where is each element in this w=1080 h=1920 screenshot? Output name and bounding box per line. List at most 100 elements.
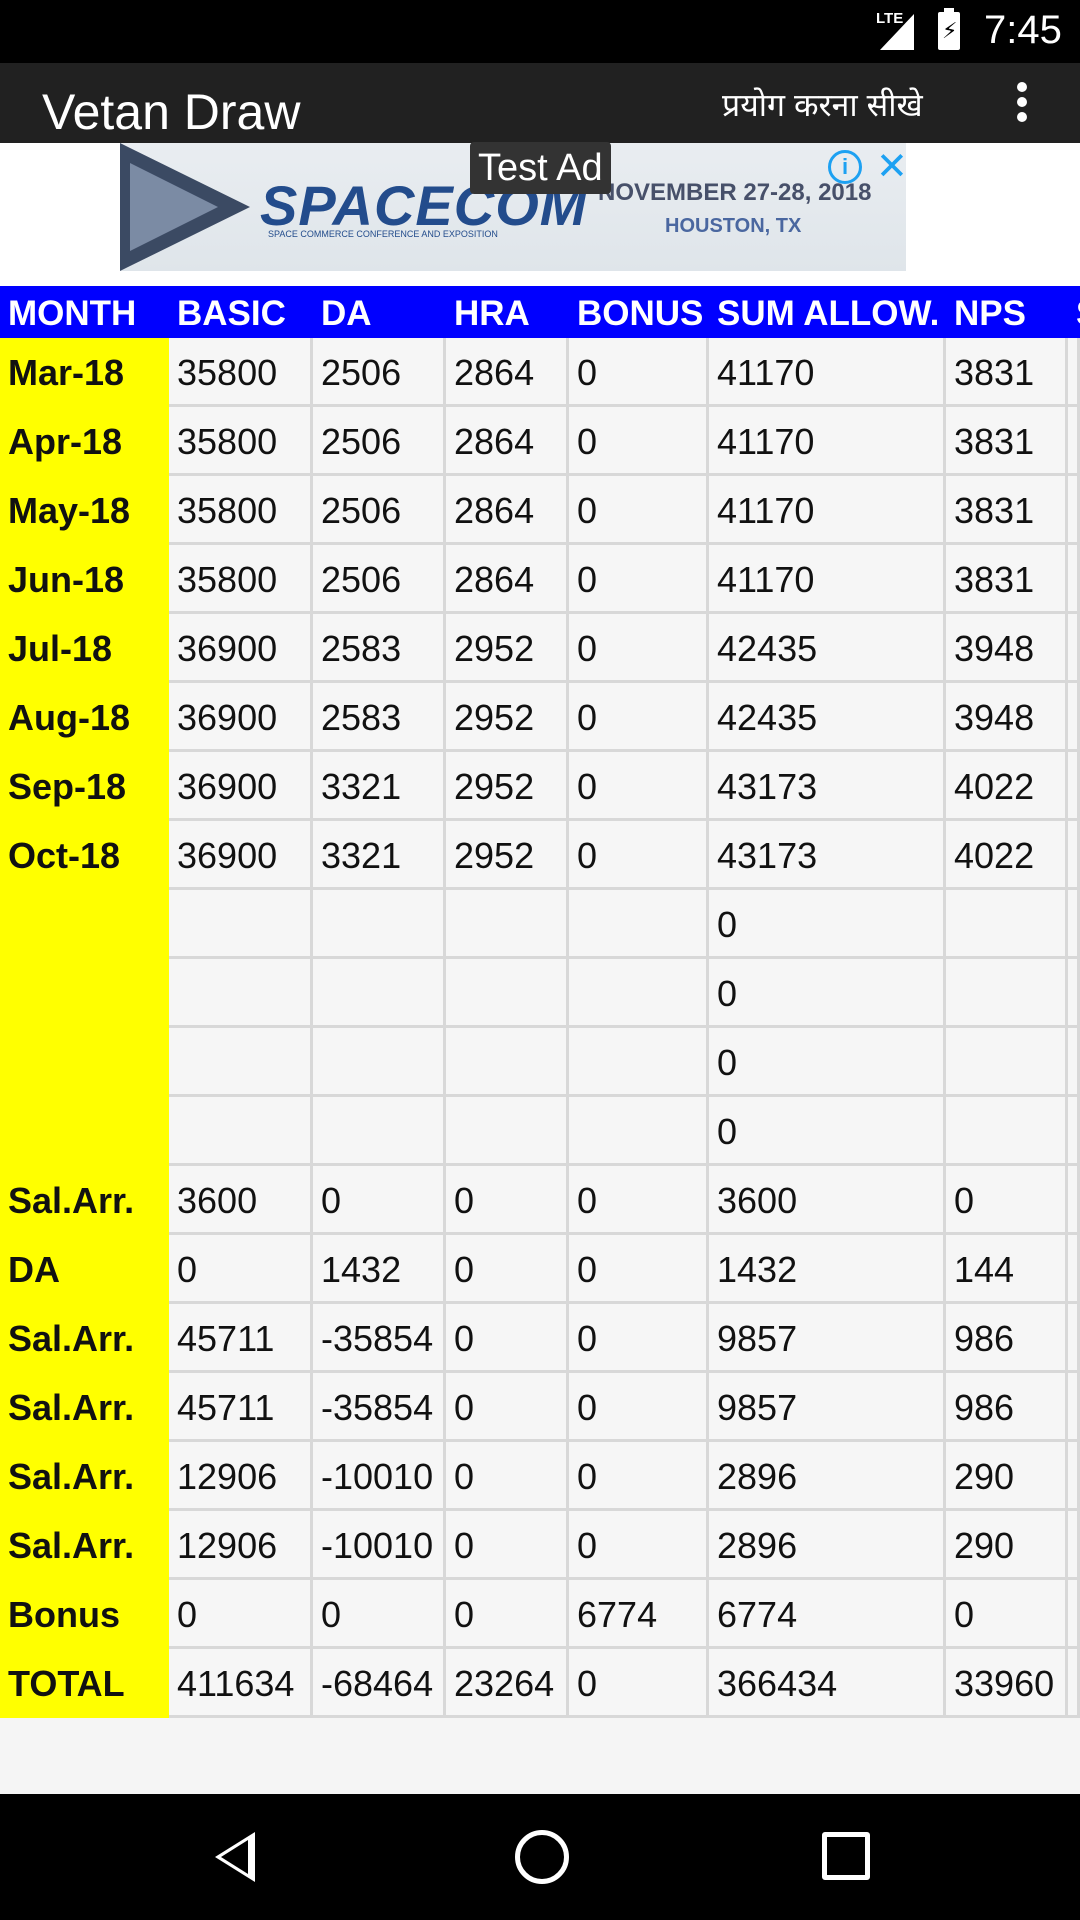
rocket-graphic — [120, 143, 250, 271]
table-row[interactable]: TOTAL 411634 -68464 23264 0 366434 33960 — [0, 1649, 1080, 1718]
table-cell: 2896 — [709, 1511, 946, 1580]
table-cell — [569, 959, 709, 1028]
ad-date: NOVEMBER 27-28, 2018 — [598, 179, 872, 206]
table-cell: 2506 — [313, 407, 446, 476]
table-row[interactable]: 0 — [0, 1097, 1080, 1166]
info-icon[interactable]: i — [828, 150, 862, 184]
table-cell: 43173 — [709, 752, 946, 821]
table-cell: 36900 — [169, 614, 313, 683]
table-cell — [169, 1097, 313, 1166]
table-row[interactable]: DA 0 1432 0 0 1432 144 — [0, 1235, 1080, 1304]
table-cell: 2952 — [446, 821, 569, 890]
table-cell: 6774 — [709, 1580, 946, 1649]
table-row[interactable]: Sal.Arr. 12906 -10010 0 0 2896 290 — [0, 1511, 1080, 1580]
table-cell: 2583 — [313, 683, 446, 752]
table-cell: 0 — [569, 1304, 709, 1373]
learn-usage-button[interactable]: प्रयोग करना सीखे — [722, 83, 923, 126]
recents-icon[interactable] — [822, 1832, 870, 1880]
close-icon[interactable]: ✕ — [876, 144, 908, 189]
table-row[interactable]: 0 — [0, 959, 1080, 1028]
table-row[interactable]: Apr-18 35800 2506 2864 0 41170 3831 — [0, 407, 1080, 476]
table-cell: 41170 — [709, 338, 946, 407]
table-cell: 2583 — [313, 614, 446, 683]
table-row[interactable]: Jul-18 36900 2583 2952 0 42435 3948 — [0, 614, 1080, 683]
table-cell — [169, 959, 313, 1028]
table-cell: 9857 — [709, 1373, 946, 1442]
table-cell-overflow — [1068, 959, 1080, 1028]
table-cell: 0 — [569, 683, 709, 752]
table-cell: 0 — [446, 1442, 569, 1511]
table-row[interactable]: 0 — [0, 890, 1080, 959]
table-row[interactable]: 0 — [0, 1028, 1080, 1097]
table-cell: 4022 — [946, 752, 1068, 821]
row-label — [0, 1028, 169, 1097]
row-label: Sal.Arr. — [0, 1166, 169, 1235]
table-cell: 0 — [569, 821, 709, 890]
table-cell-overflow — [1068, 1304, 1080, 1373]
more-vert-icon[interactable] — [1010, 79, 1034, 127]
table-row[interactable]: Mar-18 35800 2506 2864 0 41170 3831 — [0, 338, 1080, 407]
table-cell: 45711 — [169, 1304, 313, 1373]
table-cell: 0 — [569, 1442, 709, 1511]
table-cell: 1432 — [313, 1235, 446, 1304]
table-row[interactable]: Bonus 0 0 0 6774 6774 0 — [0, 1580, 1080, 1649]
row-label: May-18 — [0, 476, 169, 545]
table-cell — [446, 1028, 569, 1097]
table-row[interactable]: May-18 35800 2506 2864 0 41170 3831 — [0, 476, 1080, 545]
ad-brand-sub: SPACE COMMERCE CONFERENCE AND EXPOSITION — [268, 229, 498, 239]
table-cell: 0 — [569, 1649, 709, 1718]
table-row[interactable]: Sal.Arr. 3600 0 0 0 3600 0 — [0, 1166, 1080, 1235]
table-row[interactable]: Jun-18 35800 2506 2864 0 41170 3831 — [0, 545, 1080, 614]
table-cell: 0 — [569, 338, 709, 407]
table-row[interactable]: Sal.Arr. 12906 -10010 0 0 2896 290 — [0, 1442, 1080, 1511]
table-row[interactable]: Oct-18 36900 3321 2952 0 43173 4022 — [0, 821, 1080, 890]
table-cell: 3831 — [946, 476, 1068, 545]
table-cell: 2506 — [313, 476, 446, 545]
table-cell: 36900 — [169, 683, 313, 752]
table-cell: 0 — [446, 1235, 569, 1304]
table-cell: 411634 — [169, 1649, 313, 1718]
table-cell: 0 — [446, 1166, 569, 1235]
table-cell: 6774 — [569, 1580, 709, 1649]
salary-table[interactable]: MONTH BASIC DA HRA BONUS SUM ALLOW. NPS S Mar-1… — [0, 286, 1080, 1718]
column-header: BONUS — [577, 294, 704, 333]
table-cell: 0 — [446, 1580, 569, 1649]
table-row[interactable]: Aug-18 36900 2583 2952 0 42435 3948 — [0, 683, 1080, 752]
row-label: Sal.Arr. — [0, 1511, 169, 1580]
table-cell: 35800 — [169, 545, 313, 614]
table-cell: 3831 — [946, 545, 1068, 614]
table-cell — [313, 890, 446, 959]
row-label: Sep-18 — [0, 752, 169, 821]
table-cell-overflow — [1068, 1649, 1080, 1718]
table-row[interactable]: Sal.Arr. 45711 -35854 0 0 9857 986 — [0, 1304, 1080, 1373]
table-cell: -10010 — [313, 1442, 446, 1511]
table-cell: 43173 — [709, 821, 946, 890]
home-icon[interactable] — [515, 1830, 569, 1884]
row-label: Oct-18 — [0, 821, 169, 890]
table-cell: 290 — [946, 1511, 1068, 1580]
table-cell: 36900 — [169, 752, 313, 821]
table-row[interactable]: Sep-18 36900 3321 2952 0 43173 4022 — [0, 752, 1080, 821]
table-cell — [569, 1097, 709, 1166]
table-cell: 2506 — [313, 338, 446, 407]
back-icon[interactable] — [215, 1832, 255, 1882]
table-cell-overflow — [1068, 1442, 1080, 1511]
table-cell-overflow — [1068, 821, 1080, 890]
table-cell: 0 — [569, 752, 709, 821]
table-cell: 2952 — [446, 752, 569, 821]
table-cell-overflow — [1068, 1235, 1080, 1304]
table-cell: 0 — [709, 890, 946, 959]
column-header: NPS — [954, 294, 1026, 333]
table-cell: 35800 — [169, 476, 313, 545]
table-cell: 0 — [569, 407, 709, 476]
table-cell-overflow — [1068, 407, 1080, 476]
table-cell: 33960 — [946, 1649, 1068, 1718]
table-cell: 0 — [569, 476, 709, 545]
table-cell-overflow — [1068, 1097, 1080, 1166]
column-header: MONTH — [8, 294, 137, 333]
table-cell: 3600 — [169, 1166, 313, 1235]
table-row[interactable]: Sal.Arr. 45711 -35854 0 0 9857 986 — [0, 1373, 1080, 1442]
table-cell: 1432 — [709, 1235, 946, 1304]
row-label: DA — [0, 1235, 169, 1304]
table-cell: 3948 — [946, 683, 1068, 752]
